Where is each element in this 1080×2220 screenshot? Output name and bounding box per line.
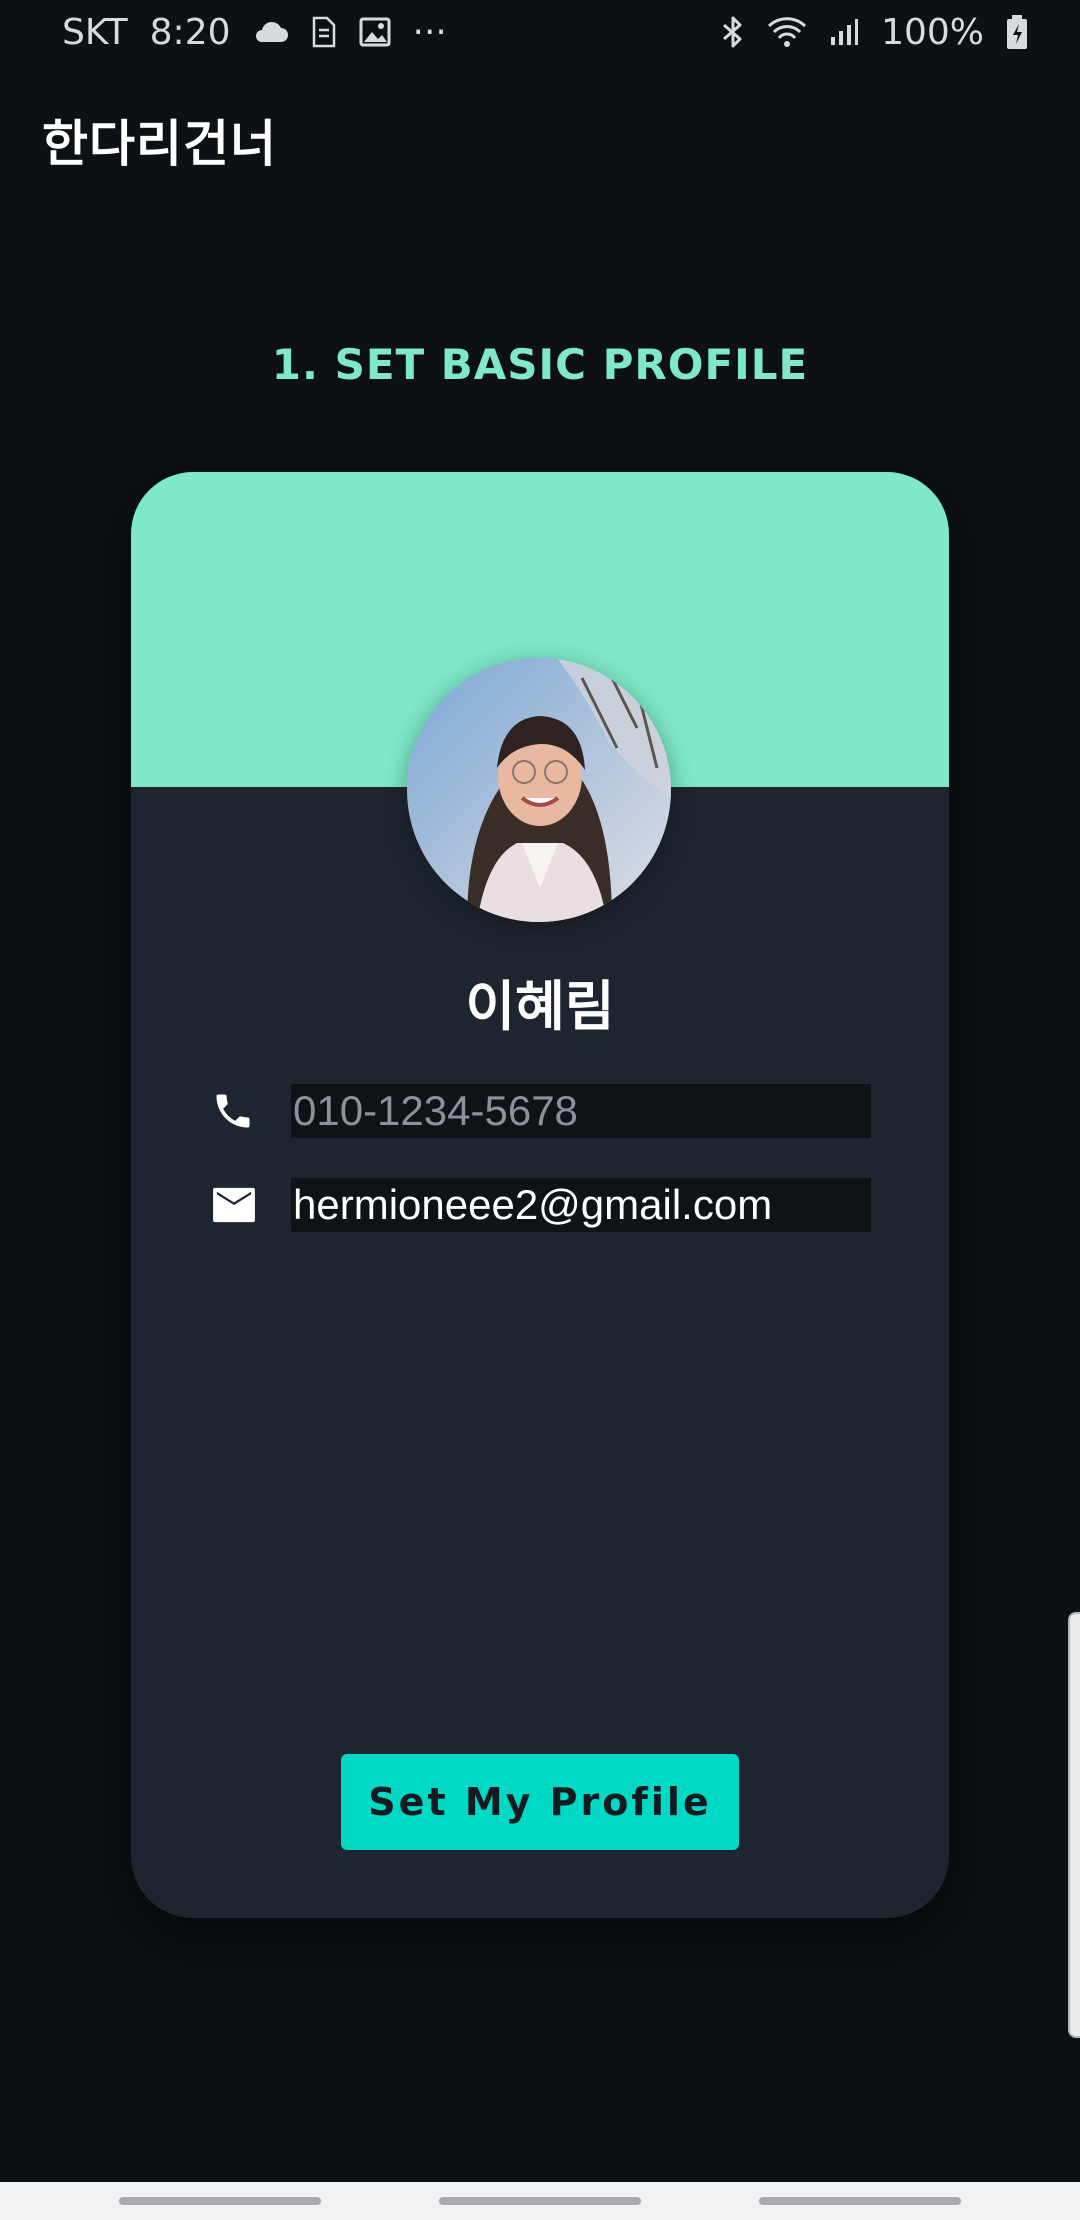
email-input[interactable] — [291, 1178, 871, 1232]
phone-row — [211, 1084, 871, 1138]
profile-name: 이혜림 — [465, 975, 615, 1038]
status-right: 100% — [721, 12, 1028, 53]
cloud-icon — [253, 20, 289, 44]
profile-card: 이혜림 Set My Profile — [131, 472, 949, 1918]
battery-charging-icon — [1006, 14, 1028, 50]
signal-icon — [829, 17, 859, 47]
image-icon — [359, 17, 391, 47]
nav-home-button[interactable] — [439, 2197, 641, 2205]
nav-recents-button[interactable] — [119, 2197, 321, 2205]
app-title: 한다리건너 — [42, 115, 277, 173]
phone-input[interactable] — [291, 1084, 871, 1138]
nav-back-button[interactable] — [759, 2197, 961, 2205]
edge-panel-handle[interactable] — [1068, 1612, 1080, 2038]
avatar-photo — [407, 658, 671, 922]
clock: 8:20 — [149, 11, 231, 53]
email-row — [211, 1178, 871, 1232]
mail-icon — [211, 1178, 271, 1232]
carrier-label: SKT — [62, 11, 128, 53]
avatar[interactable] — [407, 658, 671, 922]
navigation-bar — [0, 2182, 1080, 2220]
set-my-profile-button[interactable]: Set My Profile — [341, 1754, 739, 1850]
wifi-icon — [767, 16, 807, 48]
step-title: 1. SET BASIC PROFILE — [271, 340, 809, 389]
phone-icon — [211, 1084, 271, 1138]
sim-card-icon — [311, 16, 337, 48]
status-left: SKT 8:20 ··· — [62, 12, 447, 53]
more-notifications-icon: ··· — [412, 11, 447, 53]
status-bar: SKT 8:20 ··· 100% — [0, 0, 1080, 64]
bluetooth-icon — [721, 15, 745, 49]
battery-percent: 100% — [881, 11, 984, 53]
